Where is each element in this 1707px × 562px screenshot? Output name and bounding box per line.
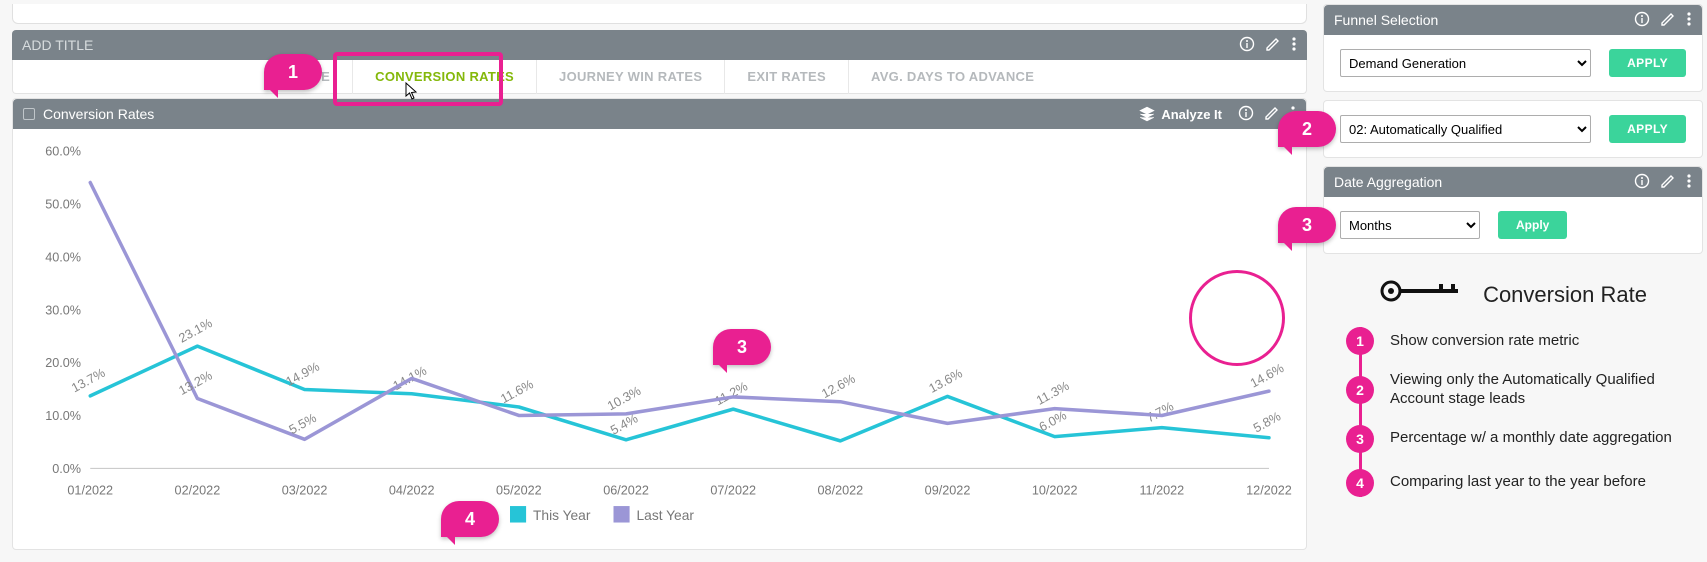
svg-text:01/2022: 01/2022 [67, 482, 113, 497]
svg-text:11/2022: 11/2022 [1139, 482, 1184, 497]
title-bar: ADD TITLE [12, 30, 1307, 60]
date-agg-select[interactable]: Months [1340, 211, 1480, 239]
tab-avg-days[interactable]: AVG. DAYS TO ADVANCE [848, 60, 1056, 94]
info-icon[interactable] [1634, 173, 1650, 192]
svg-text:12.6%: 12.6% [819, 371, 858, 402]
svg-text:14.9%: 14.9% [283, 358, 322, 389]
key-text-2: Viewing only the Automatically Qualified… [1390, 371, 1699, 409]
funnel-selection-card: Funnel Selection Demand Generation APPLY [1323, 4, 1703, 92]
svg-text:60.0%: 60.0% [45, 143, 81, 158]
key-badge-4: 4 [1346, 469, 1374, 497]
svg-text:30.0%: 30.0% [45, 302, 81, 317]
key-title: Conversion Rate [1483, 282, 1647, 308]
svg-text:40.0%: 40.0% [45, 249, 81, 264]
svg-text:10/2022: 10/2022 [1032, 482, 1078, 497]
analyze-it-label: Analyze It [1161, 107, 1222, 122]
analyze-it-button[interactable]: Analyze It [1139, 106, 1222, 122]
svg-text:20.0%: 20.0% [45, 355, 81, 370]
info-icon[interactable] [1634, 11, 1650, 30]
svg-text:13.6%: 13.6% [926, 365, 965, 396]
svg-text:09/2022: 09/2022 [925, 482, 971, 497]
svg-text:5.8%: 5.8% [1251, 408, 1283, 435]
funnel-selection-header: Funnel Selection [1324, 5, 1702, 35]
chart-title: Conversion Rates [43, 106, 1139, 122]
svg-text:14.6%: 14.6% [1248, 360, 1287, 391]
key-text-1: Show conversion rate metric [1390, 332, 1579, 351]
key-text-4: Comparing last year to the year before [1390, 473, 1646, 492]
chart-body: 0.0% 10.0% 20.0% 30.0% 40.0% 50.0% 60.0% 01/202… [13, 129, 1306, 549]
stage-select[interactable]: 02: Automatically Qualified [1340, 115, 1591, 143]
key-list: 1 Show conversion rate metric 2 Viewing … [1359, 327, 1699, 497]
svg-text:11.6%: 11.6% [498, 376, 536, 406]
date-aggregation-title: Date Aggregation [1334, 174, 1624, 190]
funnel-select[interactable]: Demand Generation [1340, 49, 1591, 77]
tabs-row: STAGE CONVERSION RATES JOURNEY WIN RATES… [12, 60, 1307, 94]
kebab-icon[interactable] [1686, 173, 1692, 192]
svg-text:10.0%: 10.0% [45, 408, 81, 423]
kebab-icon[interactable] [1291, 36, 1297, 55]
svg-text:03/2022: 03/2022 [282, 482, 328, 497]
annotation-bubble-3b-text: 3 [737, 337, 747, 358]
svg-text:04/2022: 04/2022 [389, 482, 435, 497]
funnel-selection-title: Funnel Selection [1334, 12, 1624, 28]
pencil-icon[interactable] [1660, 173, 1676, 192]
svg-text:02/2022: 02/2022 [175, 482, 221, 497]
tab-conversion-rates[interactable]: CONVERSION RATES [352, 60, 536, 94]
svg-text:12/2022: 12/2022 [1246, 482, 1292, 497]
prev-card-fragment [12, 4, 1307, 24]
funnel-apply-button[interactable]: APPLY [1609, 49, 1686, 77]
annotation-bubble-3: 3 [1278, 207, 1336, 243]
chart-card: Conversion Rates Analyze It 0.0% 10.0% 20.… [12, 98, 1307, 550]
svg-text:23.1%: 23.1% [176, 315, 215, 346]
svg-text:08/2022: 08/2022 [818, 482, 864, 497]
svg-text:50.0%: 50.0% [45, 196, 81, 211]
key-item-4: 4 Comparing last year to the year before [1378, 469, 1699, 497]
key-item-2: 2 Viewing only the Automatically Qualifi… [1378, 371, 1699, 409]
svg-text:07/2022: 07/2022 [710, 482, 756, 497]
key-item-3: 3 Percentage w/ a monthly date aggregati… [1378, 425, 1699, 453]
tab-journey-win-rates[interactable]: JOURNEY WIN RATES [536, 60, 724, 94]
kebab-icon[interactable] [1686, 11, 1692, 30]
pencil-icon[interactable] [1265, 36, 1281, 55]
svg-text:05/2022: 05/2022 [496, 482, 542, 497]
svg-text:06/2022: 06/2022 [603, 482, 649, 497]
key-block: Conversion Rate 1 Show conversion rate m… [1323, 262, 1703, 497]
date-agg-apply-button[interactable]: Apply [1498, 211, 1567, 239]
annotation-bubble-4: 4 [441, 501, 499, 537]
key-badge-1: 1 [1346, 327, 1374, 355]
svg-text:Last Year: Last Year [637, 507, 695, 523]
annotation-bubble-3b: 3 [713, 329, 771, 365]
svg-text:This Year: This Year [533, 507, 591, 523]
annotation-bubble-4-text: 4 [465, 509, 475, 530]
date-aggregation-card: Date Aggregation Months Apply 3 [1323, 166, 1703, 254]
title-placeholder[interactable]: ADD TITLE [22, 37, 1229, 53]
svg-text:0.0%: 0.0% [52, 461, 81, 476]
key-badge-3: 3 [1346, 425, 1374, 453]
date-aggregation-header: Date Aggregation [1324, 167, 1702, 197]
svg-text:11.2%: 11.2% [712, 378, 750, 408]
annotation-bubble-2: 2 [1278, 111, 1336, 147]
key-badge-2: 2 [1346, 376, 1374, 404]
pencil-icon[interactable] [1264, 105, 1280, 124]
key-text-3: Percentage w/ a monthly date aggregation [1390, 429, 1672, 448]
tab-exit-rates[interactable]: EXIT RATES [724, 60, 848, 94]
svg-text:11.3%: 11.3% [1034, 378, 1072, 408]
pencil-icon[interactable] [1660, 11, 1676, 30]
key-icon [1379, 276, 1469, 313]
stage-apply-button[interactable]: APPLY [1609, 115, 1686, 143]
info-icon[interactable] [1239, 36, 1255, 55]
chart-checkbox[interactable] [23, 108, 35, 120]
stage-select-card: 02: Automatically Qualified APPLY 2 [1323, 100, 1703, 158]
key-item-1: 1 Show conversion rate metric [1378, 327, 1699, 355]
annotation-bubble-3-text: 3 [1302, 215, 1312, 236]
chart-svg: 0.0% 10.0% 20.0% 30.0% 40.0% 50.0% 60.0% 01/202… [27, 139, 1292, 539]
chart-title-bar: Conversion Rates Analyze It [13, 99, 1306, 129]
info-icon[interactable] [1238, 105, 1254, 124]
annotation-bubble-2-text: 2 [1302, 119, 1312, 140]
annotation-bubble-1-text: 1 [288, 62, 298, 83]
svg-text:10.3%: 10.3% [605, 383, 644, 414]
annotation-bubble-1: 1 [264, 54, 322, 90]
